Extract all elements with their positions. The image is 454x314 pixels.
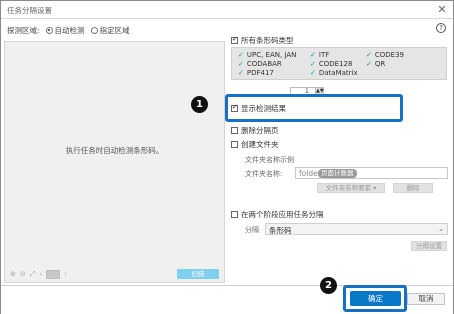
chevron-down-icon: ⌄ (438, 225, 444, 233)
checkbox-checked-icon (231, 35, 238, 44)
all-barcode-types-checkbox[interactable]: 所有条形码类型 (231, 35, 294, 45)
checkbox-unchecked-icon (231, 126, 238, 134)
barcode-type-item[interactable]: ✓ CODE128 (310, 60, 366, 68)
barcode-type-item[interactable]: ✓ PDF417 (238, 69, 310, 77)
help-icon[interactable]: ? (436, 23, 446, 33)
separator-value: 条形码 (269, 226, 292, 235)
apply-two-stage-label: 在两个阶段应用任务分隔 (241, 209, 324, 219)
detect-area-group: 探测区域: 自动检测 指定区域 (7, 24, 130, 36)
window-title: 任务分隔设置 (7, 6, 52, 15)
radio-specify-area-label: 指定区域 (99, 25, 130, 35)
next-page-icon[interactable]: › (64, 270, 67, 278)
check-icon: ✓ (310, 69, 316, 77)
separator-select[interactable]: 条形码 ⌄ (265, 223, 448, 235)
cancel-button[interactable]: 取消 (407, 293, 445, 305)
folder-example-label: 文件夹名称示例 (245, 156, 294, 164)
folder-delete-button[interactable]: 删除 (393, 183, 433, 193)
folder-name-label: 文件夹名称: (245, 170, 283, 178)
radio-specify-area[interactable]: 指定区域 (90, 25, 130, 36)
barcode-type-item[interactable]: ✓ UPC, EAN, JAN (238, 51, 310, 59)
create-folder-checkbox[interactable]: 创建文件夹 (231, 139, 279, 149)
create-folder-label: 创建文件夹 (241, 139, 279, 149)
preview-message: 执行任务时自动检测条形码。 (65, 146, 164, 155)
barcode-type-item[interactable]: ✓ DataMatrix (310, 69, 366, 77)
check-icon: ✓ (310, 60, 316, 68)
radio-auto-detect-label: 自动检测 (54, 25, 85, 35)
check-icon: ✓ (366, 51, 372, 59)
page-counter-token[interactable]: 页面计数器 (318, 169, 357, 178)
callout-badge-1: 1 (191, 96, 208, 113)
show-result-checkbox[interactable]: 显示检测结果 (231, 103, 286, 113)
radio-auto-detect[interactable]: 自动检测 (45, 25, 85, 36)
dialog-window: 任务分隔设置 ✕ 探测区域: 自动检测 指定区域 执行任务时自动检测条形码。 ⊕… (0, 0, 454, 314)
barcode-type-list: ✓ UPC, EAN, JAN ✓ ITF ✓ CODE39 ✓ CODABAR ✓ CO… (231, 47, 447, 80)
radio-unselected-icon (90, 26, 98, 34)
preview-pane: 执行任务时自动检测条形码。 ⊕ ⊖ ⤢ ‹ › 扫描 (4, 41, 225, 283)
page-thumbnail (46, 269, 61, 279)
checkbox-unchecked-icon (231, 140, 238, 148)
check-icon: ✓ (366, 60, 372, 68)
prev-page-icon[interactable]: ‹ (39, 270, 42, 278)
zoom-out-icon[interactable]: ⊖ (20, 270, 26, 278)
radio-selected-icon (45, 26, 53, 34)
callout-badge-2: 2 (320, 277, 337, 294)
all-barcode-types-label: 所有条形码类型 (241, 35, 294, 45)
checkbox-checked-icon (231, 103, 238, 112)
separator-label: 分隔 (245, 226, 259, 234)
scan-button[interactable]: 扫描 (177, 269, 219, 279)
delete-separator-checkbox[interactable]: 删除分隔页 (231, 125, 279, 135)
barcode-type-item[interactable]: ✓ ITF (310, 51, 366, 59)
folder-name-input[interactable]: folder 页面计数器 (295, 167, 448, 179)
ok-button[interactable]: 确定 (350, 291, 401, 306)
check-icon: ✓ (238, 60, 244, 68)
delete-separator-label: 删除分隔页 (241, 125, 279, 135)
detect-area-label: 探测区域: (7, 25, 40, 35)
barcode-type-item[interactable]: ✓ CODABAR (238, 60, 310, 68)
title-bar: 任务分隔设置 ✕ (1, 1, 453, 19)
folder-name-element-button[interactable]: 文件夹名称要素 ▾ (317, 183, 385, 193)
separator-settings-button[interactable]: 分隔设置 (411, 241, 447, 251)
zoom-in-icon[interactable]: ⊕ (10, 270, 16, 278)
preview-toolbar: ⊕ ⊖ ⤢ ‹ › (10, 269, 67, 279)
barcode-type-item[interactable]: ✓ QR (366, 60, 436, 68)
fit-icon[interactable]: ⤢ (30, 270, 36, 279)
close-icon[interactable]: ✕ (436, 4, 448, 16)
check-icon: ✓ (310, 51, 316, 59)
check-icon: ✓ (238, 69, 244, 77)
apply-two-stage-checkbox[interactable]: 在两个阶段应用任务分隔 (231, 209, 324, 219)
barcode-type-item[interactable]: ✓ CODE39 (366, 51, 436, 59)
check-icon: ✓ (238, 51, 244, 59)
show-result-label: 显示检测结果 (241, 103, 286, 113)
checkbox-unchecked-icon (231, 210, 238, 218)
